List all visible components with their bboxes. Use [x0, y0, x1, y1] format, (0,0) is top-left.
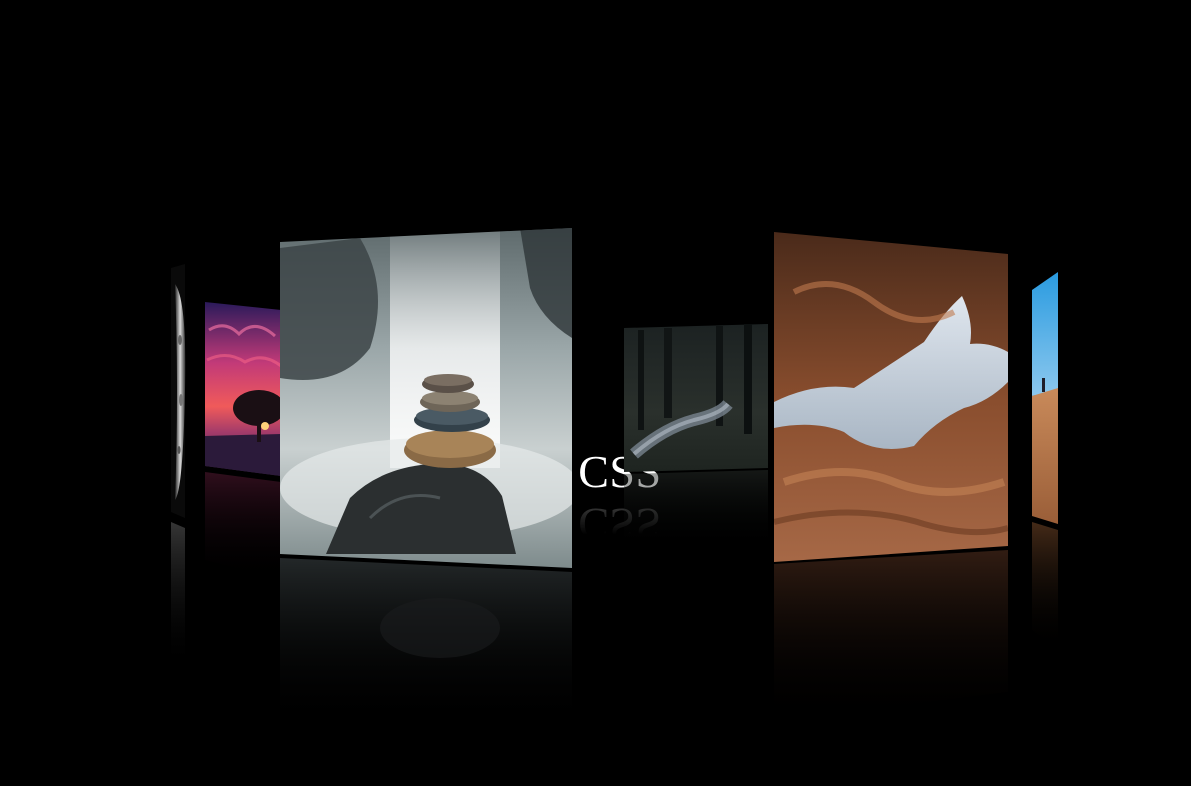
carousel-panel-forest[interactable]: [624, 324, 770, 554]
desert-image: [1032, 272, 1058, 650]
carousel-stage: re CSS re CSS: [0, 0, 1191, 786]
carousel-panel-sunset[interactable]: [205, 300, 285, 600]
forest-path-image: [624, 324, 768, 550]
moon-image: [171, 264, 186, 670]
tree-sunset-image: [205, 302, 285, 580]
canyon-image: [774, 232, 1008, 722]
stacked-stones-image: [280, 228, 572, 728]
carousel-panel-desert[interactable]: [1030, 270, 1062, 670]
carousel-panel-stones[interactable]: [280, 228, 574, 728]
carousel-panel-moon[interactable]: [163, 260, 189, 680]
carousel-panel-canyon[interactable]: [774, 232, 1010, 732]
